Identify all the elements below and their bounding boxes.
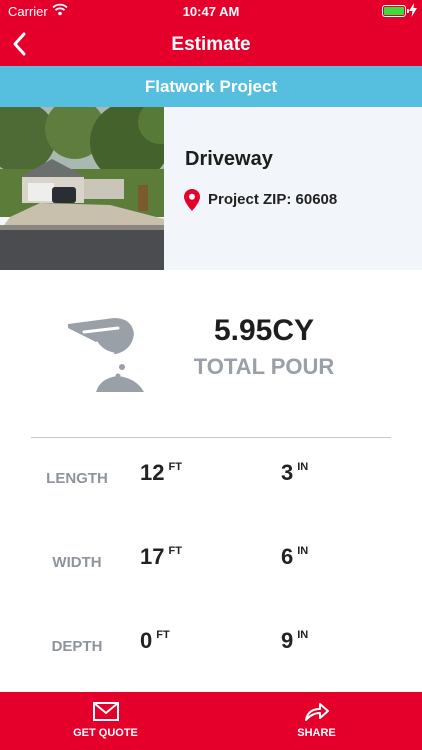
tab-bar: GET QUOTE SHARE xyxy=(0,692,422,750)
battery-icon xyxy=(382,5,409,17)
dimension-row-length: LENGTH 12 FT 3 IN xyxy=(0,458,422,498)
share-label: SHARE xyxy=(297,727,336,739)
width-inches[interactable]: 6 IN xyxy=(281,544,308,570)
depth-inches[interactable]: 9 IN xyxy=(281,628,308,654)
charging-icon xyxy=(409,3,417,17)
depth-feet[interactable]: 0 FT xyxy=(140,628,170,654)
page-title: Estimate xyxy=(171,34,251,55)
share-button[interactable]: SHARE xyxy=(211,692,422,750)
length-feet[interactable]: 12 FT xyxy=(140,460,182,486)
clock: 10:47 AM xyxy=(182,4,240,19)
project-name: Driveway xyxy=(185,148,273,170)
divider xyxy=(31,437,391,438)
concrete-pour-icon xyxy=(68,318,144,392)
status-bar: Carrier 10:47 AM xyxy=(0,0,422,22)
project-type-bar: Flatwork Project xyxy=(0,66,422,107)
get-quote-label: GET QUOTE xyxy=(73,727,138,739)
total-pour-value: 5.95CY xyxy=(213,314,315,347)
dimension-label: DEPTH xyxy=(51,638,103,655)
width-feet[interactable]: 17 FT xyxy=(140,544,182,570)
length-inches[interactable]: 3 IN xyxy=(281,460,308,486)
total-pour-label: TOTAL POUR xyxy=(193,354,335,379)
dimension-row-depth: DEPTH 0 FT 9 IN xyxy=(0,626,422,666)
location-pin-icon xyxy=(184,189,200,211)
share-arrow-icon xyxy=(304,703,329,721)
project-info: Driveway Project ZIP: 60608 xyxy=(0,107,422,270)
envelope-icon xyxy=(92,702,119,721)
dimension-row-width: WIDTH 17 FT 6 IN xyxy=(0,542,422,582)
get-quote-button[interactable]: GET QUOTE xyxy=(0,692,211,750)
project-photo xyxy=(0,107,164,270)
nav-bar: Estimate xyxy=(0,22,422,66)
dimension-label: WIDTH xyxy=(52,554,102,571)
project-zip: Project ZIP: 60608 xyxy=(208,191,338,208)
dimension-label: LENGTH xyxy=(46,470,108,487)
